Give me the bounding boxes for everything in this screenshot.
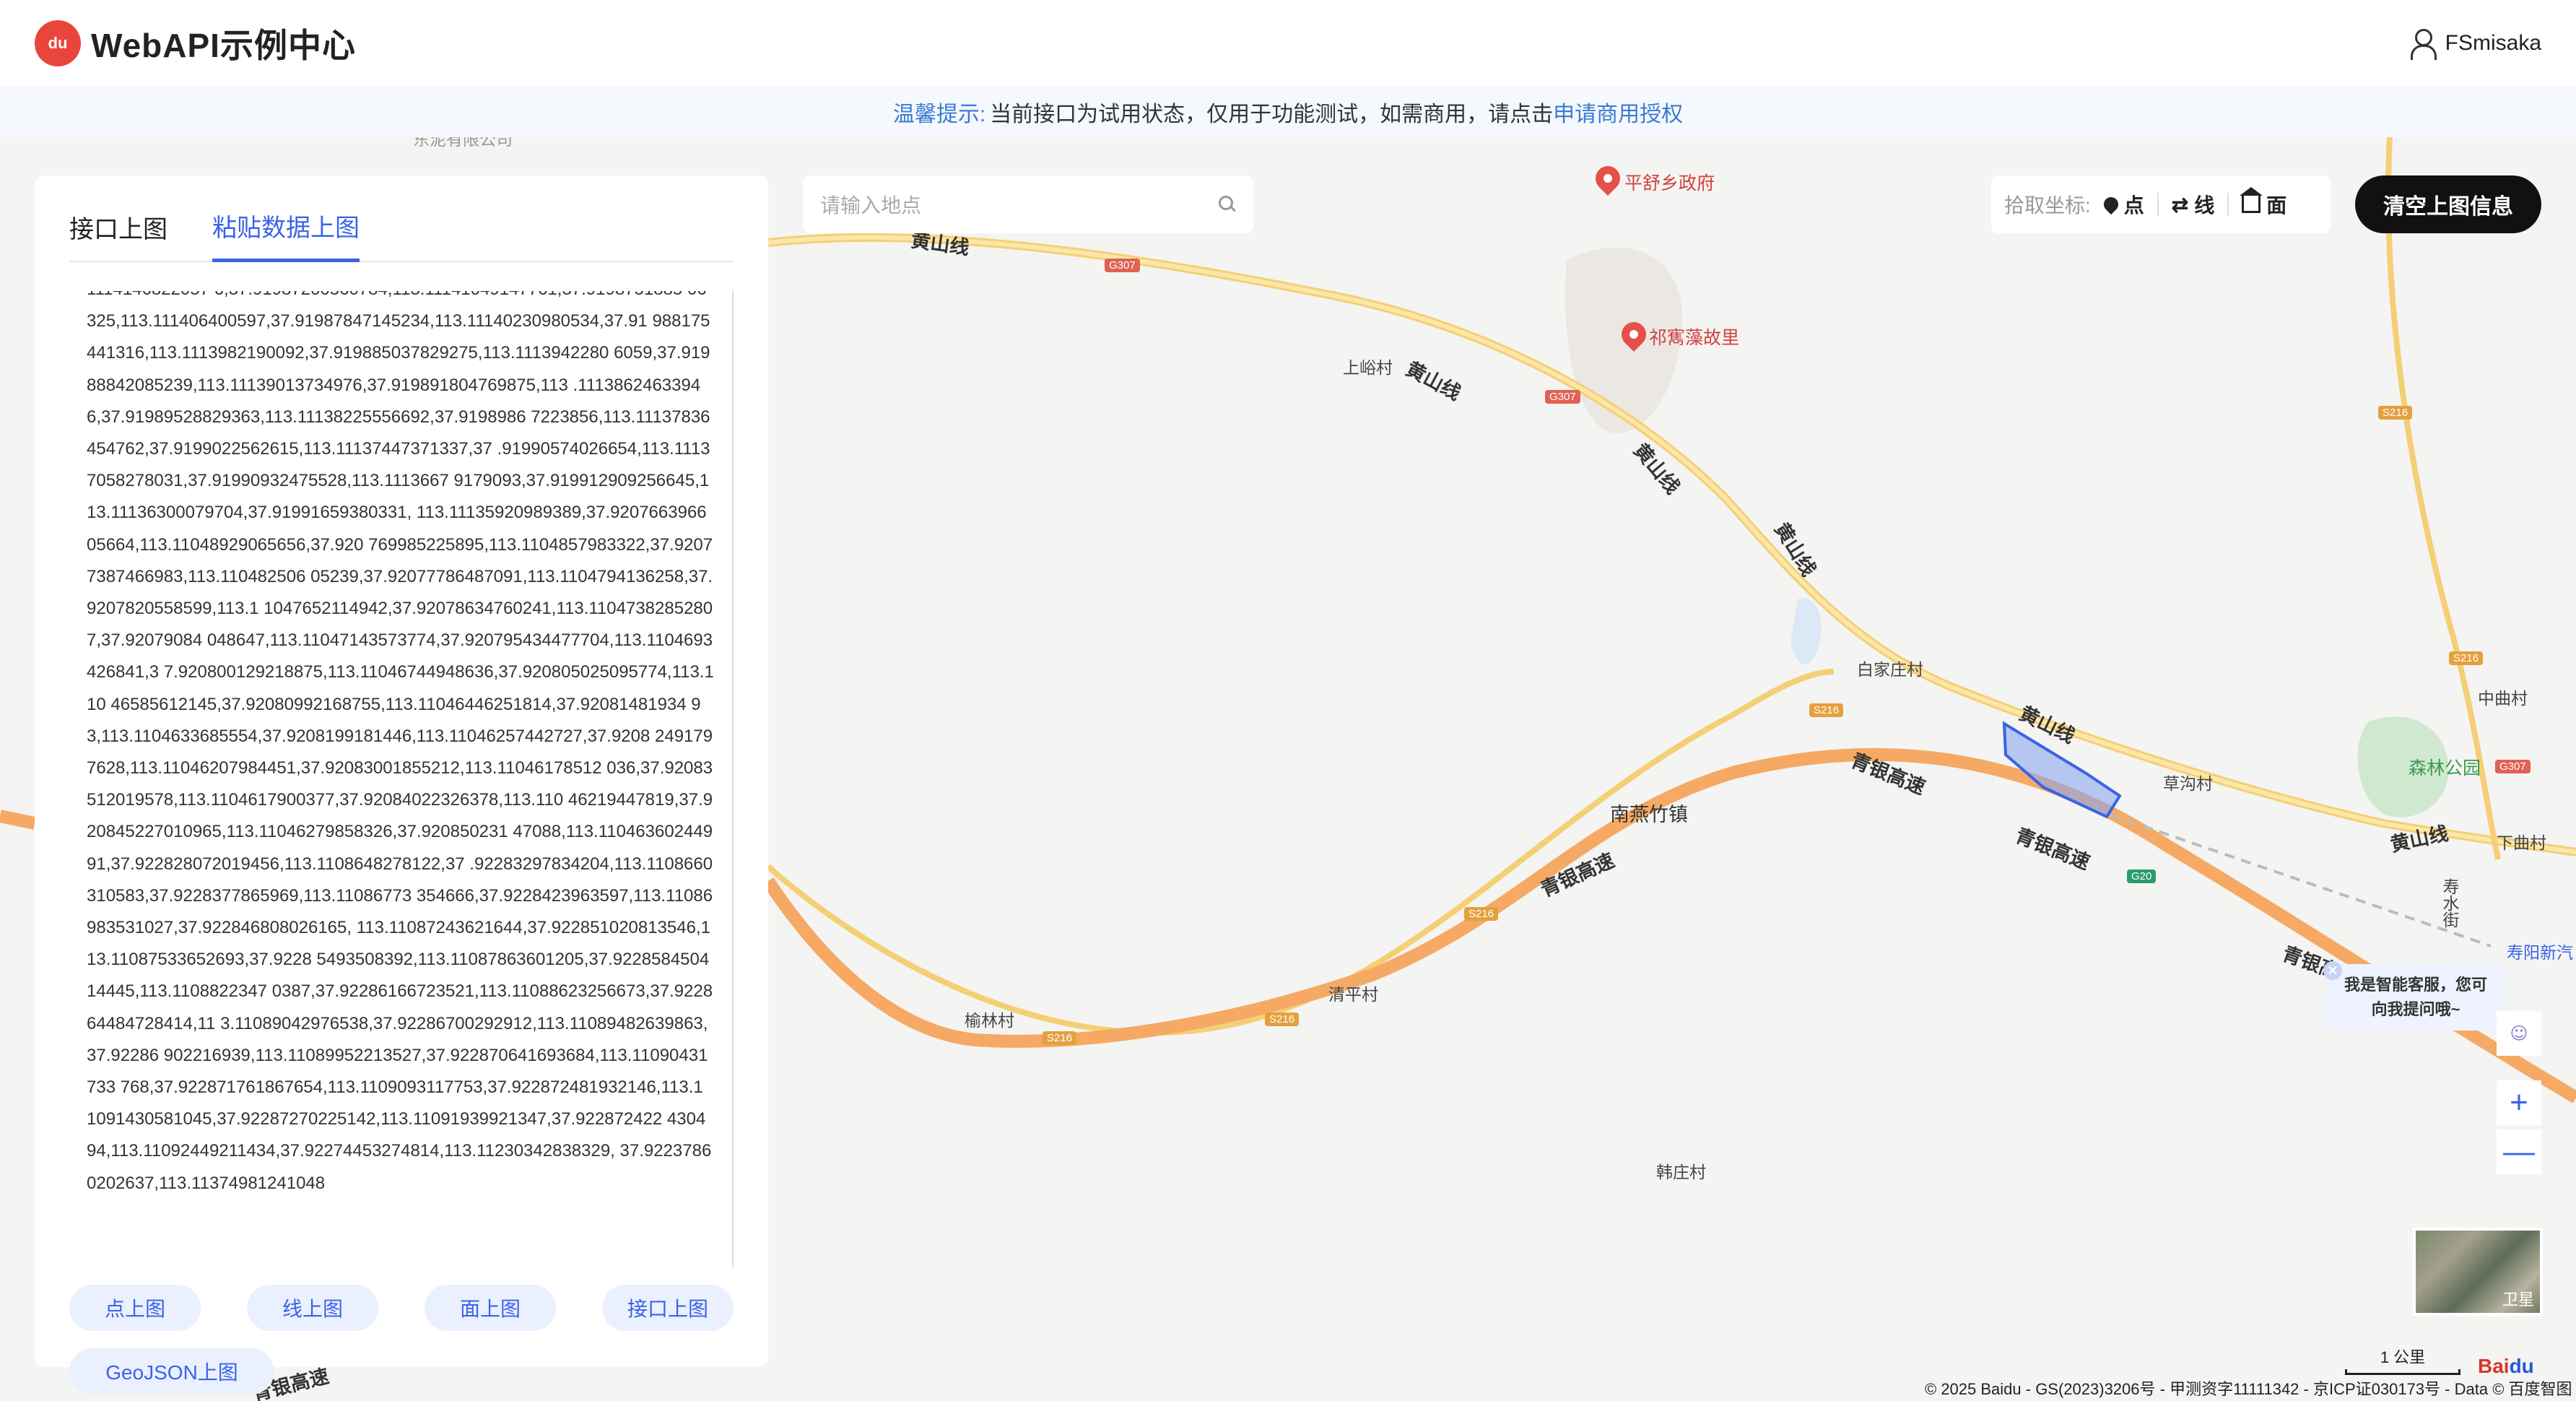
pick-polygon-button[interactable]: 面 [2240,187,2287,219]
road-shield-s216: S216 [1043,1031,1077,1045]
assistant-bubble[interactable]: ✕ 我是智能客服，您可向我提问哦~ [2323,961,2505,1031]
place-xiaqu: 下曲村 [2497,833,2546,852]
road-shield-s216: S216 [2449,651,2484,665]
geojson-plot-button[interactable]: GeoJSON上图 [69,1348,274,1395]
road-shield-s216: S216 [2378,406,2413,420]
data-panel: 接口上图 粘贴数据上图 1114146822057 6,37.919872005… [35,175,768,1395]
road-shield-g307: G307 [2495,760,2531,773]
user-menu[interactable]: FSmisaka [2409,29,2541,60]
polygon-icon [2240,187,2263,213]
site-title[interactable]: WebAPI示例中心 [91,19,356,67]
road-shield-g307: G307 [1545,390,1580,404]
baidu-map-logo-icon[interactable]: du [35,20,81,66]
pick-line-button[interactable]: ⇄ 线 [2172,190,2214,219]
line-plot-button[interactable]: 线上图 [247,1285,378,1331]
notice-tip-label: 温馨提示: [892,103,986,126]
scale-label: 1 公里 [2380,1348,2426,1366]
tab-api-plot[interactable]: 接口上图 [69,192,167,261]
place-shangyu: 上峪村 [1343,358,1393,377]
plot-buttons-row: 点上图 线上图 面上图 接口上图 [69,1285,734,1331]
place-pingshu[interactable]: 平舒乡政府 [1624,169,1715,195]
tab-paste-data-plot[interactable]: 粘贴数据上图 [212,193,360,262]
coordinate-picker: 拾取坐标: 点 ⇄ 线 面 [1991,175,2331,233]
pick-polygon-label: 面 [2266,194,2287,217]
apply-license-link[interactable]: 申请商用授权 [1553,96,1683,128]
polyline-icon: ⇄ [2171,193,2189,216]
place-shouyang[interactable]: 寿阳新汽 [2507,939,2573,963]
point-plot-button[interactable]: 点上图 [69,1285,201,1331]
road-shield-g307: G307 [1105,259,1140,272]
satellite-label: 卫星 [2502,1291,2534,1309]
location-pin-icon [2100,194,2121,215]
textarea-content: 1114146822057 6,37.91987200560784,113.11… [87,291,714,1193]
road-shield-g20: G20 [2127,869,2157,883]
top-header: du WebAPI示例中心 FSmisaka [0,0,2576,87]
user-icon [2409,29,2437,60]
satellite-toggle[interactable]: 卫星 [2413,1228,2543,1316]
road-shield-s216: S216 [1464,907,1499,921]
place-baijiazhuang: 白家庄村 [1857,660,1923,679]
place-yulin: 榆林村 [965,1011,1014,1030]
baidu-map-watermark-icon: Baidu [2478,1355,2534,1377]
polygon-plot-button[interactable]: 面上图 [425,1285,556,1331]
search-input[interactable]: 请输入地点 [820,190,1219,219]
close-icon[interactable]: ✕ [2323,961,2342,980]
username[interactable]: FSmisaka [2445,31,2541,56]
divider [2227,193,2229,216]
place-qiyuanzao[interactable]: 祁寯藻故里 [1649,324,1739,350]
place-zhongqu: 中曲村 [2478,689,2528,708]
assistant-robot-icon[interactable]: ☺ [2497,1011,2541,1056]
notice-text: 当前接口为试用状态，仅用于功能测试，如需商用，请点击 [990,103,1554,126]
place-shoushuijie: 寿水街 [2440,878,2459,928]
copyright-text: © 2025 Baidu - GS(2023)3206号 - 甲测资字11111… [1925,1380,2572,1398]
api-plot-button[interactable]: 接口上图 [602,1285,734,1331]
notice-bar: 温馨提示: 当前接口为试用状态，仅用于功能测试，如需商用，请点击 申请商用授权 [0,87,2576,137]
place-nanyanzhu: 南燕竹镇 [1610,804,1688,825]
scale-bar [2345,1369,2460,1375]
road-shield-s216: S216 [1809,703,1844,717]
zoom-in-button[interactable]: + [2497,1080,2541,1125]
map-scale: 1 公里 [2345,1345,2460,1375]
pick-point-button[interactable]: 点 [2100,190,2144,219]
place-hanzhuang: 韩庄村 [1656,1163,1706,1181]
zoom-out-button[interactable]: — [2497,1129,2541,1174]
assistant-text: 我是智能客服，您可向我提问哦~ [2344,976,2487,1018]
place-senlin[interactable]: 森林公园 [2409,754,2481,780]
clear-plot-button[interactable]: 清空上图信息 [2355,175,2541,233]
pick-point-label: 点 [2123,194,2144,217]
search-icon[interactable] [1219,196,1236,213]
place-search-box[interactable]: 请输入地点 [803,175,1253,233]
coordinate-data-textarea[interactable]: 1114146822057 6,37.91987200560784,113.11… [69,291,734,1267]
picker-label: 拾取坐标: [2004,194,2091,217]
divider [2157,193,2159,216]
place-qingping: 清平村 [1328,985,1378,1004]
road-shield-s216: S216 [1265,1012,1300,1026]
pick-line-label: 线 [2194,194,2215,217]
place-company: 东泥有限公司 [413,137,513,149]
panel-tabs: 接口上图 粘贴数据上图 [69,193,734,262]
place-caogou: 草沟村 [2163,774,2213,793]
